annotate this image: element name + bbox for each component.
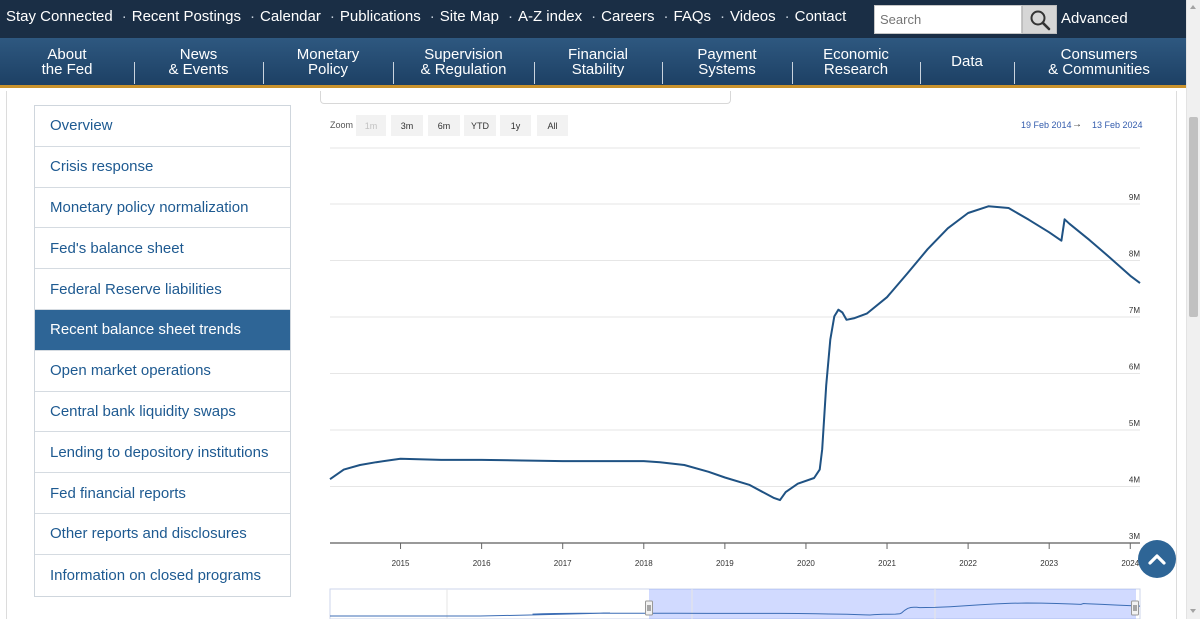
y-tick-label: 5M [1129,419,1140,428]
navigator-handle [1131,600,1139,616]
y-tick-label: 3M [1129,532,1140,541]
balance-sheet-chart: 3M4M5M6M7M8M9M 2015 2016 2017 2018 2019 2020 2… [329,147,1141,619]
x-tick-label: 2022 [959,559,977,568]
x-tick-label: 2020 [797,559,815,568]
x-axis: 2015 2016 2017 2018 2019 2020 2021 2022 2023 2024 [330,542,1140,568]
y-tick-label: 6M [1129,363,1140,372]
back-to-top-button[interactable] [1138,540,1176,578]
x-tick-label: 2016 [473,559,491,568]
x-tick-label: 2023 [1040,559,1058,568]
series-lines [329,205,1141,502]
scrollbar-thumb[interactable] [1189,117,1198,317]
chart-grid [330,147,1140,487]
navigator-handle [645,600,653,616]
y-tick-label: 4M [1129,476,1140,485]
x-tick-label: 2019 [716,559,734,568]
navigator [329,588,1141,619]
x-tick-label: 2021 [878,559,896,568]
x-tick-label: 2024 [1121,559,1139,568]
x-tick-label: 2015 [392,559,410,568]
y-tick-label: 7M [1129,306,1140,315]
y-tick-label: 8M [1129,250,1140,259]
x-tick-label: 2018 [635,559,653,568]
y-axis-ticks: 3M 4M 5M 6M 7M 8M 9M [1129,193,1140,541]
scroll-up-arrow-icon[interactable] [1190,5,1196,9]
chevron-up-icon [1148,554,1166,565]
x-tick-label: 2017 [554,559,572,568]
y-tick-label: 9M [1129,193,1140,202]
balance-sheet-line [329,205,1141,502]
scroll-down-arrow-icon[interactable] [1190,609,1196,613]
